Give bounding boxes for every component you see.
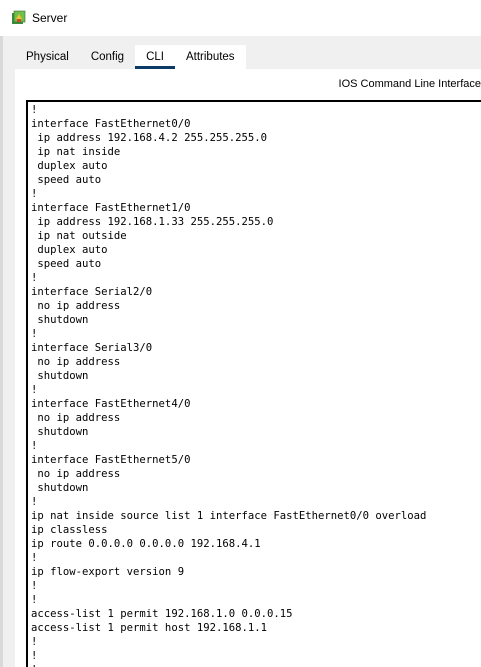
tab-bar: Physical Config CLI Attributes [15,45,246,69]
tab-physical[interactable]: Physical [15,45,80,69]
tab-config[interactable]: Config [80,45,135,69]
server-window: Server Physical Config CLI Attributes IO… [0,0,481,667]
server-app-icon [11,10,27,26]
tab-attributes[interactable]: Attributes [174,45,246,69]
tab-cli[interactable]: CLI [135,45,175,69]
window-title: Server [32,11,68,25]
cli-output[interactable]: ! interface FastEthernet0/0 ip address 1… [28,102,481,667]
cli-heading: IOS Command Line Interface [338,78,481,90]
title-bar: Server [0,0,481,36]
cli-terminal[interactable]: ! interface FastEthernet0/0 ip address 1… [26,100,481,667]
